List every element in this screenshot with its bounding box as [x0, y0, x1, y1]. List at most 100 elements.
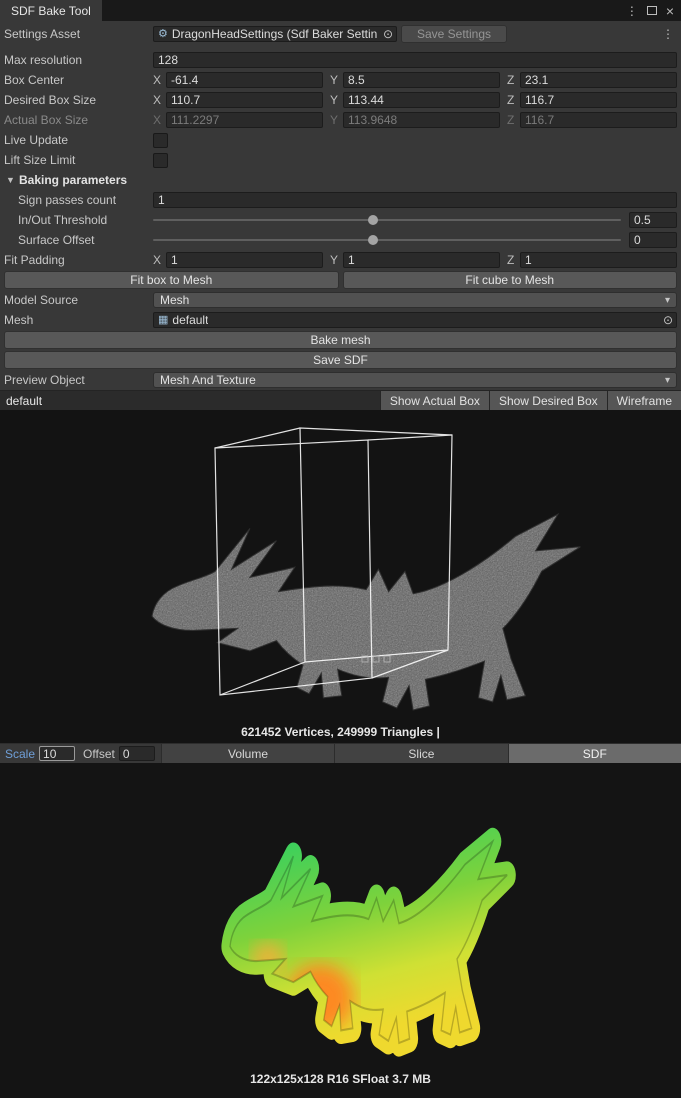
offset-input[interactable] [119, 746, 155, 761]
bake-mesh-button[interactable]: Bake mesh [4, 331, 677, 349]
lift-size-limit-label: Lift Size Limit [4, 153, 153, 167]
wireframe-button[interactable]: Wireframe [607, 391, 681, 410]
settings-asset-value: DragonHeadSettings (Sdf Baker Settin [172, 27, 377, 41]
desired-box-size-label: Desired Box Size [4, 93, 153, 107]
slider-thumb[interactable] [368, 235, 378, 245]
y-axis-label: Y [330, 253, 340, 267]
preview-object-name: default [0, 391, 42, 410]
desired-box-size-y-input[interactable] [343, 92, 500, 108]
x-axis-label: X [153, 253, 163, 267]
close-icon[interactable]: × [666, 4, 674, 18]
y-axis-label: Y [330, 113, 340, 127]
save-sdf-button[interactable]: Save SDF [4, 351, 677, 369]
surface-offset-row: Surface Offset [0, 230, 681, 250]
save-sdf-row: Save SDF [0, 350, 681, 370]
model-source-label: Model Source [4, 293, 153, 307]
fit-padding-z-input[interactable] [520, 252, 677, 268]
object-picker-icon[interactable]: ⊙ [663, 313, 673, 327]
mesh-row: Mesh ▦ default ⊙ [0, 310, 681, 330]
mesh-preview-viewport[interactable]: 621452 Vertices, 249999 Triangles | [0, 410, 681, 743]
settings-asset-field[interactable]: ⚙ DragonHeadSettings (Sdf Baker Settin ⊙ [153, 26, 397, 42]
titlebar: SDF Bake Tool ⋮ × [0, 0, 681, 21]
tab-slice[interactable]: Slice [334, 744, 507, 763]
box-center-y-input[interactable] [343, 72, 500, 88]
fit-padding-y-input[interactable] [343, 252, 500, 268]
mesh-field[interactable]: ▦ default ⊙ [153, 312, 677, 328]
mesh-icon: ▦ [158, 315, 168, 326]
y-axis-label: Y [330, 73, 340, 87]
box-center-x-input[interactable] [166, 72, 323, 88]
slider-track [153, 219, 621, 221]
panel-menu-icon[interactable]: ⋮ [659, 27, 677, 41]
sdf-preview-render [0, 763, 681, 1098]
z-axis-label: Z [507, 253, 517, 267]
preview-object-dropdown[interactable]: Mesh And Texture ▾ [153, 372, 677, 388]
actual-box-size-z-input [520, 112, 677, 128]
lift-size-limit-checkbox[interactable] [153, 153, 168, 168]
surface-offset-input[interactable] [629, 232, 677, 248]
fit-cube-to-mesh-button[interactable]: Fit cube to Mesh [343, 271, 678, 289]
in-out-threshold-row: In/Out Threshold [0, 210, 681, 230]
settings-asset-label: Settings Asset [4, 27, 153, 41]
box-center-z-input[interactable] [520, 72, 677, 88]
object-picker-icon[interactable]: ⊙ [383, 27, 393, 41]
fit-padding-x-input[interactable] [166, 252, 323, 268]
fit-buttons-row: Fit box to Mesh Fit cube to Mesh [0, 270, 681, 290]
actual-box-size-label: Actual Box Size [4, 113, 153, 127]
settings-asset-row: Settings Asset ⚙ DragonHeadSettings (Sdf… [0, 24, 681, 44]
bake-mesh-row: Bake mesh [0, 330, 681, 350]
sdf-stats-caption: 122x125x128 R16 SFloat 3.7 MB [0, 1072, 681, 1086]
sign-passes-count-input[interactable] [153, 192, 677, 208]
x-axis-label: X [153, 93, 163, 107]
sdf-bake-tool-window: SDF Bake Tool ⋮ × Settings Asset ⚙ Drago… [0, 0, 681, 1098]
z-axis-label: Z [507, 73, 517, 87]
inspector-panel: Settings Asset ⚙ DragonHeadSettings (Sdf… [0, 21, 681, 390]
live-update-label: Live Update [4, 133, 153, 147]
slider-thumb[interactable] [368, 215, 378, 225]
tab-sdf[interactable]: SDF [508, 744, 681, 763]
sdf-preview-viewport[interactable]: 122x125x128 R16 SFloat 3.7 MB [0, 763, 681, 1098]
actual-box-size-x-input [166, 112, 323, 128]
slider-track [153, 239, 621, 241]
z-axis-label: Z [507, 113, 517, 127]
box-center-row: Box Center X Y Z [0, 70, 681, 90]
in-out-threshold-slider[interactable] [153, 212, 621, 228]
preview-object-value: Mesh And Texture [160, 373, 256, 387]
max-resolution-input[interactable] [153, 52, 677, 68]
surface-offset-slider[interactable] [153, 232, 621, 248]
mesh-stats-caption: 621452 Vertices, 249999 Triangles | [0, 725, 681, 739]
z-axis-label: Z [507, 93, 517, 107]
fit-padding-row: Fit Padding X Y Z [0, 250, 681, 270]
show-actual-box-button[interactable]: Show Actual Box [380, 391, 489, 410]
show-desired-box-button[interactable]: Show Desired Box [489, 391, 607, 410]
save-settings-button[interactable]: Save Settings [401, 25, 507, 43]
tab-volume[interactable]: Volume [161, 744, 334, 763]
offset-label: Offset [75, 747, 119, 761]
model-source-value: Mesh [160, 293, 189, 307]
desired-box-size-z-input[interactable] [520, 92, 677, 108]
y-axis-label: Y [330, 93, 340, 107]
scale-input[interactable] [39, 746, 75, 761]
tab-sdf-bake-tool[interactable]: SDF Bake Tool [0, 0, 102, 21]
x-axis-label: X [153, 113, 163, 127]
desired-box-size-x-input[interactable] [166, 92, 323, 108]
chevron-down-icon: ▾ [665, 295, 670, 306]
window-controls: ⋮ × [626, 0, 681, 21]
live-update-checkbox[interactable] [153, 133, 168, 148]
maximize-icon[interactable] [647, 5, 657, 17]
viewer-bar: Scale Offset Volume Slice SDF [0, 743, 681, 763]
baking-parameters-label: Baking parameters [19, 173, 127, 187]
model-source-dropdown[interactable]: Mesh ▾ [153, 292, 677, 308]
maximize-glyph [647, 6, 657, 15]
preview-header: default Show Actual Box Show Desired Box… [0, 390, 681, 410]
in-out-threshold-input[interactable] [629, 212, 677, 228]
sign-passes-count-row: Sign passes count [0, 190, 681, 210]
preview-object-label: Preview Object [4, 373, 153, 387]
fit-box-to-mesh-button[interactable]: Fit box to Mesh [4, 271, 339, 289]
scale-label: Scale [0, 747, 39, 761]
baking-parameters-foldout[interactable]: ▼ Baking parameters [0, 170, 681, 190]
x-axis-label: X [153, 73, 163, 87]
preview-object-row: Preview Object Mesh And Texture ▾ [0, 370, 681, 390]
window-menu-icon[interactable]: ⋮ [626, 5, 638, 17]
max-resolution-label: Max resolution [4, 53, 153, 67]
